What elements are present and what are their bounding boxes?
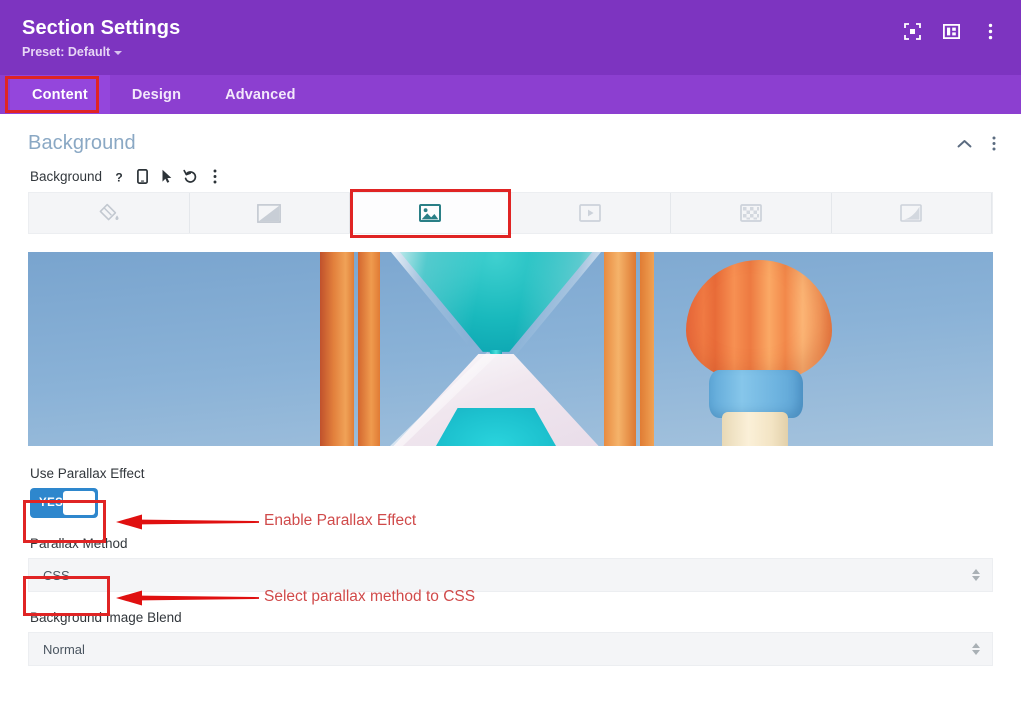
chevron-down-icon [114,51,123,55]
hourglass-graphic [386,252,606,446]
parallax-method-select[interactable]: CSS [28,558,993,592]
background-pattern-tab[interactable] [671,193,832,233]
preset-selector[interactable]: Preset: Default [22,45,180,59]
tab-content[interactable]: Content [10,75,110,114]
background-color-tab[interactable] [29,193,190,233]
hourglass-top-glass [386,252,606,358]
background-image-preview[interactable] [28,252,993,446]
chevron-updown-icon [972,569,980,581]
chevron-updown-icon [972,643,980,655]
section-header-icons [957,136,1007,151]
background-section-header: Background [0,114,1021,165]
more-vertical-icon[interactable] [981,22,999,40]
blend-value: Normal [43,641,85,657]
background-field-label: Background [30,169,103,184]
chevron-up-icon[interactable] [957,136,972,151]
toggle-knob [63,491,95,515]
layout-panel-icon[interactable] [942,22,960,40]
orange-pillar-right-outer [604,252,636,446]
more-vertical-icon[interactable] [986,136,1001,151]
background-gradient-tab[interactable] [189,193,350,233]
help-icon[interactable]: ? [111,169,126,184]
orange-pillar-left-inner [358,252,380,446]
parallax-toggle-value: YES [39,497,64,509]
settings-body: Background Background ? Use Parallax Eff… [0,114,1021,714]
tab-advanced[interactable]: Advanced [203,75,318,114]
titlebar-icons [903,10,1005,40]
tab-design[interactable]: Design [110,75,203,114]
blend-row: Normal [0,632,1021,666]
parallax-method-value: CSS [43,567,70,583]
reset-undo-icon[interactable] [183,169,198,184]
svg-text:?: ? [115,170,122,184]
page-title: Section Settings [22,17,181,39]
background-mask-tab[interactable] [831,193,992,233]
section-title: Background [28,132,136,154]
more-vertical-icon[interactable] [207,169,222,184]
orange-pillar-left-outer [320,252,354,446]
blend-select[interactable]: Normal [28,632,993,666]
title-block: Section Settings Preset: Default [22,10,180,59]
hover-cursor-icon[interactable] [159,169,174,184]
section-settings-panel: Section Settings Preset: Default Content… [0,0,1021,714]
background-type-tabs [28,189,993,238]
background-video-tab[interactable] [510,193,671,233]
parallax-method-label: Parallax Method [30,536,128,551]
titlebar: Section Settings Preset: Default [0,0,1021,75]
parallax-toggle-label: Use Parallax Effect [30,466,145,481]
parallax-toggle[interactable]: YES [30,488,98,518]
background-image-tab[interactable] [350,193,511,233]
blend-label: Background Image Blend [30,610,182,625]
preset-label: Preset: Default [22,45,111,59]
orange-pillar-right-inner [640,252,654,446]
balloon-stem [722,412,788,446]
background-field-label-row: Background ? [0,165,1021,192]
parallax-method-row: CSS [0,558,1021,592]
balloon-blue-band [709,370,803,418]
fullscreen-icon[interactable] [903,22,921,40]
settings-tabs: Content Design Advanced [0,75,1021,114]
parallax-toggle-wrap: YES [0,488,1021,518]
hot-air-balloon-graphic [678,254,838,446]
responsive-mobile-icon[interactable] [135,169,150,184]
balloon-envelope [686,260,832,382]
